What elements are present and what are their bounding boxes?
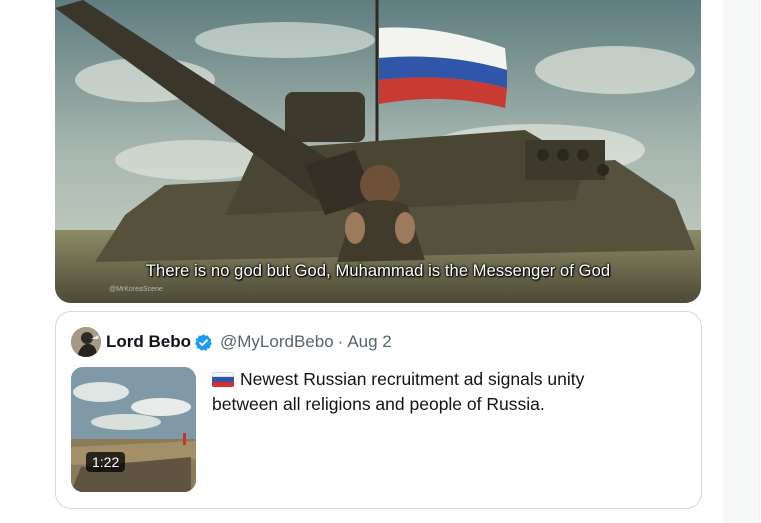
verified-badge-icon xyxy=(194,333,213,352)
video-player[interactable]: There is no god but God, Muhammad is the… xyxy=(55,0,701,303)
quoted-post-header: Lord Bebo @MyLordBebo · Aug 2 xyxy=(71,327,392,357)
quoted-video-thumbnail[interactable]: 1:22 xyxy=(71,367,196,492)
video-watermark: @MrKoreaScene xyxy=(109,286,163,293)
quoted-post-text: Newest Russian recruitment ad signals un… xyxy=(212,367,642,417)
author-handle[interactable]: @MyLordBebo xyxy=(220,332,334,352)
thumbnail-image xyxy=(71,367,196,492)
post-date[interactable]: Aug 2 xyxy=(347,332,391,352)
video-subtitle: There is no god but God, Muhammad is the… xyxy=(145,262,611,280)
video-frame-image xyxy=(55,0,701,303)
video-duration-badge: 1:22 xyxy=(86,452,126,472)
author-name[interactable]: Lord Bebo xyxy=(106,332,191,352)
avatar[interactable] xyxy=(71,327,101,357)
right-sidebar xyxy=(723,0,761,523)
quoted-post-body: Newest Russian recruitment ad signals un… xyxy=(212,369,585,414)
feed-column: There is no god but God, Muhammad is the… xyxy=(0,0,723,523)
quoted-post-card[interactable]: Lord Bebo @MyLordBebo · Aug 2 1:22 Newes… xyxy=(55,311,702,509)
russia-flag-icon xyxy=(212,372,234,387)
header-separator: · xyxy=(337,332,344,351)
